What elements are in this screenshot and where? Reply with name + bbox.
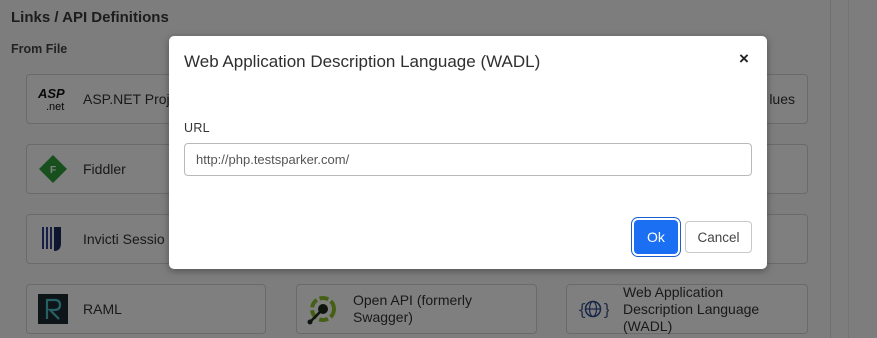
cancel-button[interactable]: Cancel <box>685 221 752 253</box>
close-icon[interactable]: × <box>735 50 753 68</box>
dialog-title: Web Application Description Language (WA… <box>184 52 541 71</box>
url-label: URL <box>184 121 210 135</box>
wadl-dialog: Web Application Description Language (WA… <box>169 36 767 269</box>
ok-button[interactable]: Ok <box>634 220 678 254</box>
url-input[interactable] <box>184 143 752 176</box>
